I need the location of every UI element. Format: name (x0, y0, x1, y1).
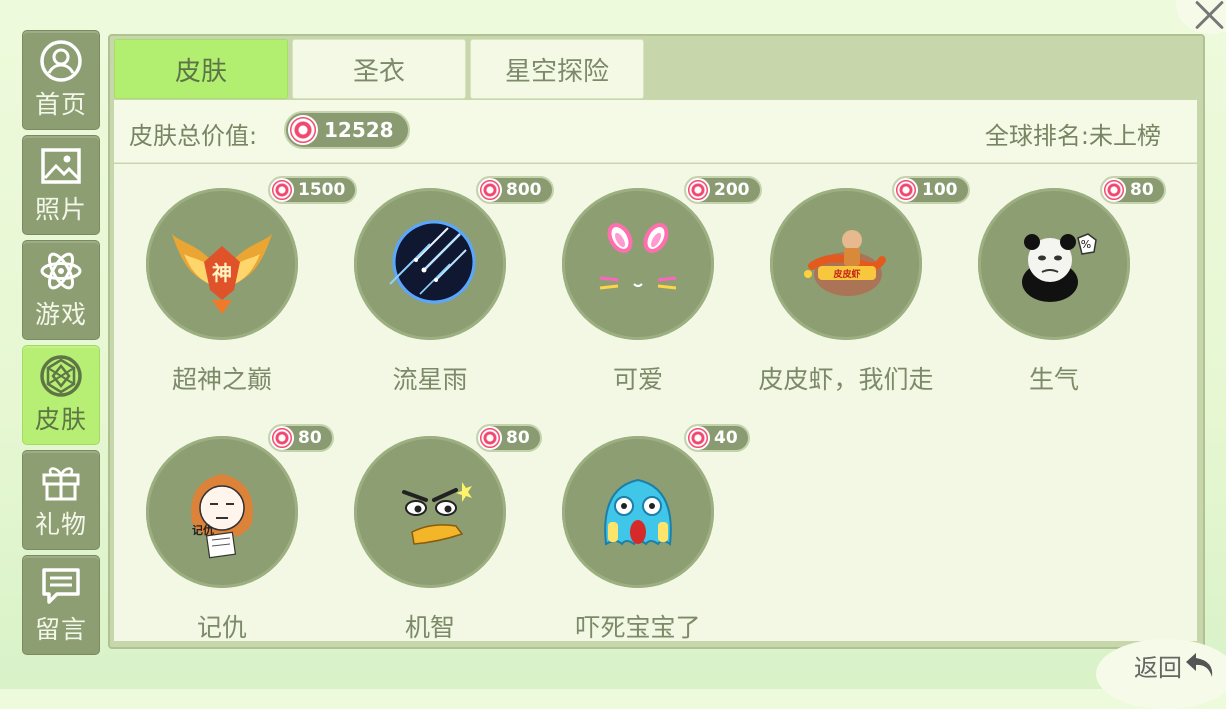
skin-thumbnail (354, 188, 506, 340)
sidebar: 首页 照片 游戏 皮肤 礼物 留言 (22, 30, 100, 660)
skin-grid: 神 1500 超神之巅 800 流星雨 200 可爱 皮皮虾 100 皮皮虾，我… (114, 164, 1197, 642)
skin-card[interactable]: 记仇 80 记仇 (114, 412, 334, 652)
close-icon (1194, 0, 1224, 30)
skin-name: 流星雨 (392, 365, 468, 394)
skin-name: 可爱 (612, 365, 663, 394)
bunny-ears-icon (599, 223, 677, 290)
tab-saint-cloth[interactable]: 圣衣 (292, 39, 466, 99)
skin-name: 记仇 (196, 613, 247, 642)
candy-coin-icon (1102, 178, 1126, 202)
sidebar-item-photos[interactable]: 照片 (22, 135, 100, 235)
svg-text:记仇: 记仇 (192, 523, 214, 537)
skin-card[interactable]: 皮皮虾 100 皮皮虾，我们走 (738, 164, 970, 404)
message-icon (42, 568, 80, 604)
skin-thumbnail (354, 436, 506, 588)
skin-card[interactable]: 800 流星雨 (322, 164, 554, 404)
mantis-shrimp-rider-icon: 皮皮虾 (804, 230, 886, 296)
skin-thumbnail: 皮皮虾 (770, 188, 922, 340)
skin-name: 机智 (404, 613, 455, 642)
meteor-shower-icon (389, 220, 476, 304)
golden-wings-icon: 神 (172, 234, 272, 314)
skin-thumbnail: 记仇 (146, 436, 298, 588)
skin-name: 超神之巅 (171, 365, 272, 394)
candy-coin-icon (478, 426, 502, 450)
sidebar-item-label: 首页 (34, 90, 87, 119)
candy-coin-icon (478, 178, 502, 202)
total-value-label: 皮肤总价值: (129, 122, 258, 150)
skin-thumbnail: % (978, 188, 1130, 340)
atom-icon (40, 252, 82, 290)
skin-card[interactable]: 40 吓死宝宝了 (530, 412, 750, 652)
candy-coin-icon (894, 178, 918, 202)
skin-summary: 皮肤总价值: 12528 全球排名:未上榜 (114, 100, 1197, 163)
price-badge: 80 (1100, 176, 1166, 204)
tab-bar: 皮肤 圣衣 星空探险 (114, 39, 648, 99)
gift-icon (42, 467, 80, 501)
grudge-face-icon: 记仇 (191, 474, 253, 559)
skin-thumbnail: 神 (146, 188, 298, 340)
sidebar-item-home[interactable]: 首页 (22, 30, 100, 130)
scared-ghost-icon (604, 478, 672, 546)
svg-text:%: % (1081, 238, 1091, 251)
global-rank: 全球排名:未上榜 (984, 122, 1161, 150)
svg-text:皮皮虾: 皮皮虾 (832, 268, 860, 280)
back-button[interactable]: 返回 (1134, 645, 1218, 685)
sidebar-item-label: 游戏 (34, 300, 87, 329)
total-value: 12528 (324, 118, 394, 142)
skin-card[interactable]: 神 1500 超神之巅 (114, 164, 358, 404)
candy-coin-icon (686, 178, 710, 202)
candy-coin-icon (288, 115, 318, 145)
sidebar-item-label: 留言 (34, 615, 87, 644)
return-arrow-icon (1186, 653, 1213, 677)
skin-name: 生气 (1028, 365, 1079, 394)
skin-card[interactable]: 80 机智 (322, 412, 542, 652)
skin-name: 吓死宝宝了 (575, 613, 701, 642)
back-label: 返回 (1134, 653, 1182, 682)
sidebar-item-games[interactable]: 游戏 (22, 240, 100, 340)
candy-coin-icon (686, 426, 710, 450)
tab-star-adventure[interactable]: 星空探险 (470, 39, 644, 99)
total-value-badge: 12528 (284, 111, 410, 149)
price-badge: 40 (684, 424, 750, 452)
smug-face-icon (402, 482, 472, 545)
picture-icon (41, 148, 81, 184)
skin-price: 80 (298, 428, 322, 448)
sidebar-item-skins[interactable]: 皮肤 (22, 345, 100, 445)
candy-coin-icon (270, 178, 294, 202)
skin-price: 40 (714, 428, 738, 448)
angry-panda-icon: % (1022, 233, 1097, 302)
skin-price: 80 (506, 428, 530, 448)
sidebar-item-messages[interactable]: 留言 (22, 555, 100, 655)
sidebar-item-label: 皮肤 (34, 405, 87, 434)
sidebar-item-gifts[interactable]: 礼物 (22, 450, 100, 550)
skin-card[interactable]: 200 可爱 (530, 164, 762, 404)
skin-thumbnail (562, 188, 714, 340)
sidebar-item-label: 照片 (34, 195, 87, 224)
skins-panel: 皮肤 圣衣 星空探险 皮肤总价值: 12528 全球排名:未上榜 神 1500 … (108, 34, 1205, 649)
tab-skins[interactable]: 皮肤 (114, 39, 288, 99)
candy-coin-icon (270, 426, 294, 450)
skin-card[interactable]: % 80 生气 (946, 164, 1166, 404)
user-circle-icon (40, 40, 82, 82)
skin-name: 皮皮虾，我们走 (758, 365, 934, 394)
sidebar-item-label: 礼物 (34, 510, 87, 539)
skin-price: 80 (1130, 180, 1154, 200)
svg-text:神: 神 (212, 261, 232, 285)
gem-icon (40, 355, 82, 397)
skin-thumbnail (562, 436, 714, 588)
